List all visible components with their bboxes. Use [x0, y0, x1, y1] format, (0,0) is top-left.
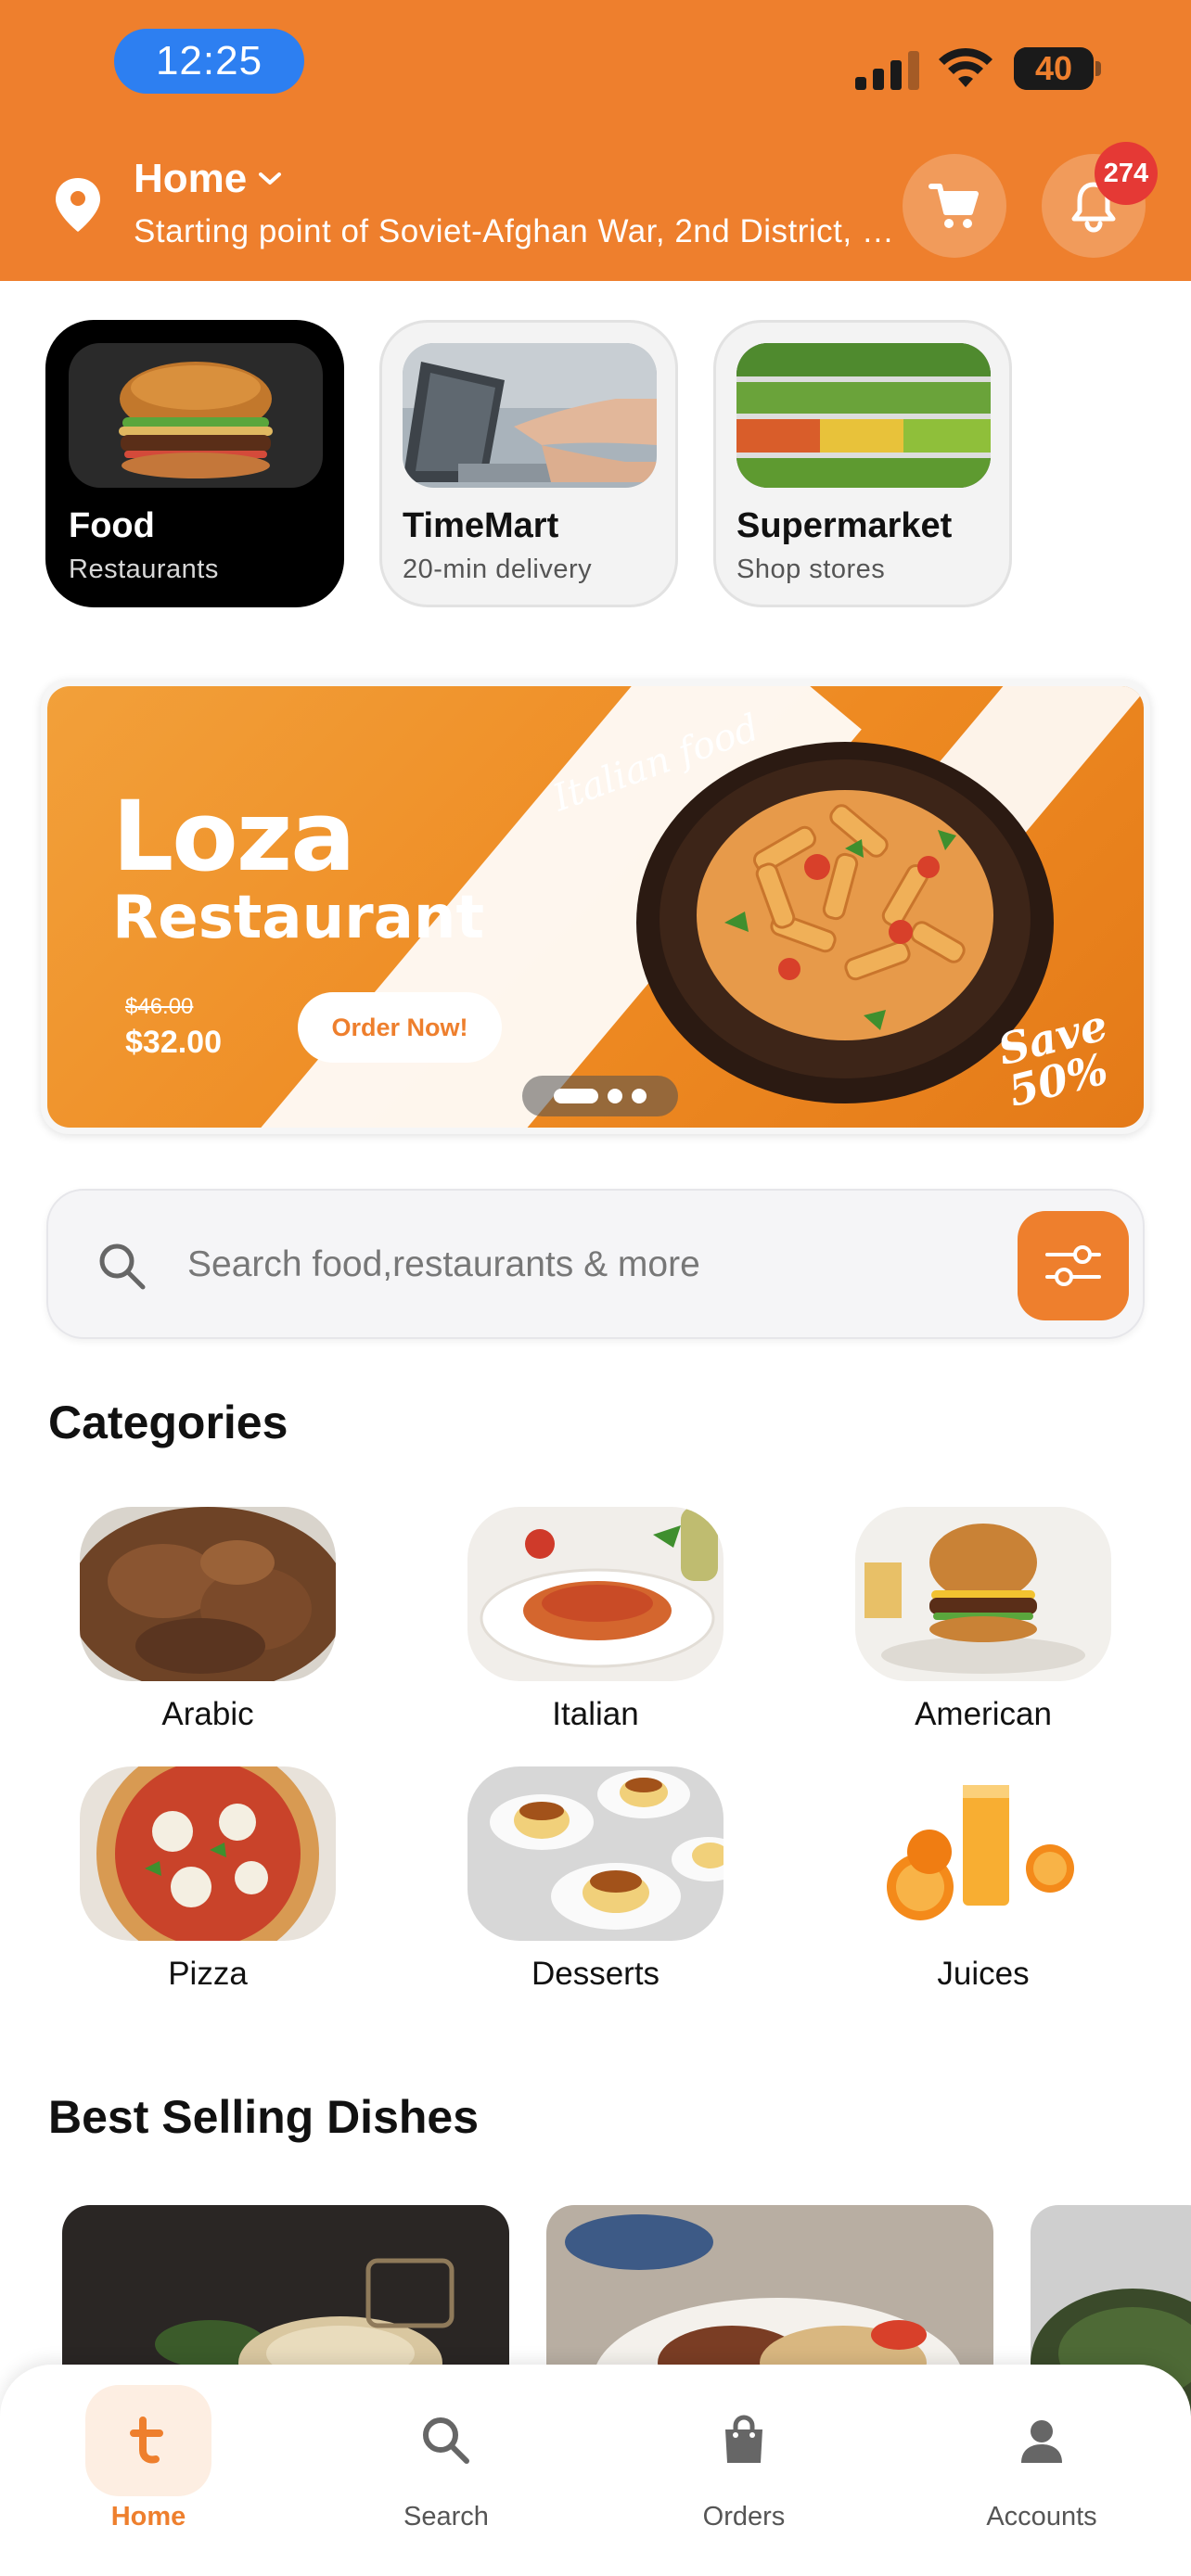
status-time: 12:25 [114, 29, 304, 94]
category-label: Juices [937, 1956, 1030, 1992]
banner-new-price: $32.00 [125, 1025, 222, 1060]
nav-home[interactable]: Home [56, 2385, 241, 2532]
category-italian[interactable]: Italian [467, 1507, 724, 1733]
chevron-down-icon [259, 172, 282, 185]
category-desserts[interactable]: Desserts [467, 1766, 724, 1993]
promo-banner[interactable]: Loza Restaurant Italian food $46.00 $32.… [41, 680, 1150, 1134]
category-label: American [915, 1696, 1052, 1732]
categories-title: Categories [48, 1396, 288, 1448]
nav-label: Orders [702, 2502, 786, 2531]
service-subtitle: Restaurants [69, 555, 219, 584]
notification-badge: 274 [1095, 142, 1158, 205]
wifi-icon [939, 47, 992, 87]
service-card-food[interactable]: Food Restaurants [45, 320, 344, 607]
location-title: Home [134, 156, 248, 201]
order-now-button[interactable]: Order Now! [298, 992, 502, 1063]
category-label: Pizza [168, 1956, 248, 1992]
category-american[interactable]: American [855, 1507, 1111, 1733]
nav-label: Home [110, 2502, 186, 2531]
best-selling-title: Best Selling Dishes [48, 2091, 480, 2143]
search-icon [423, 2417, 469, 2464]
category-label: Desserts [531, 1956, 660, 1992]
american-food-image [855, 1507, 1111, 1681]
arabic-food-image [80, 1507, 336, 1681]
banner-title: Loza Restaurant [112, 780, 485, 952]
category-pizza[interactable]: Pizza [80, 1766, 336, 1993]
desserts-image [467, 1766, 724, 1941]
service-card-supermarket[interactable]: Supermarket Shop stores [713, 320, 1012, 607]
service-subtitle: 20-min delivery [403, 555, 593, 584]
person-icon [1021, 2420, 1062, 2463]
search-input[interactable] [187, 1226, 1022, 1304]
nav-label: Accounts [986, 2502, 1097, 2531]
carousel-dot[interactable] [608, 1089, 622, 1103]
category-label: Italian [552, 1696, 639, 1732]
carousel-indicator[interactable] [522, 1076, 678, 1116]
laptop-hands-image [403, 343, 657, 488]
service-title: TimeMart [403, 506, 559, 545]
location-selector[interactable]: Home [134, 156, 284, 202]
produce-shelf-image [736, 343, 991, 488]
bottom-navigation: Home Search Orders Accounts [0, 2365, 1191, 2576]
carousel-dot[interactable] [632, 1089, 647, 1103]
location-pin-icon[interactable] [54, 176, 102, 234]
shopping-bag-icon [725, 2415, 762, 2463]
pizza-image [80, 1766, 336, 1941]
filter-sliders-icon [1045, 1245, 1101, 1286]
app-header: 12:25 40 Home Starting point of Soviet-A… [0, 0, 1191, 281]
pasta-plate-image [636, 742, 1054, 1103]
nav-search[interactable]: Search [353, 2385, 539, 2532]
category-juices[interactable]: Juices [855, 1766, 1111, 1993]
italian-food-image [467, 1507, 724, 1681]
battery-indicator: 40 [1014, 47, 1101, 90]
search-icon [99, 1243, 146, 1290]
location-address[interactable]: Starting point of Soviet-Afghan War, 2nd… [134, 213, 903, 250]
home-logo-icon [130, 2417, 163, 2464]
juices-image [855, 1766, 1111, 1941]
carousel-dot[interactable] [554, 1089, 598, 1103]
filter-button[interactable] [1018, 1211, 1129, 1320]
service-title: Supermarket [736, 506, 953, 545]
burger-image [69, 343, 323, 488]
battery-level: 40 [1034, 49, 1073, 87]
search-bar[interactable] [46, 1189, 1145, 1339]
nav-label: Search [403, 2502, 489, 2531]
cart-button[interactable] [903, 154, 1006, 258]
cellular-signal-icon [855, 51, 919, 90]
service-title: Food [69, 506, 155, 545]
nav-accounts[interactable]: Accounts [949, 2385, 1134, 2532]
banner-old-price: $46.00 [125, 994, 194, 1019]
category-label: Arabic [161, 1696, 254, 1732]
category-arabic[interactable]: Arabic [80, 1507, 336, 1733]
service-subtitle: Shop stores [736, 555, 886, 584]
nav-orders[interactable]: Orders [651, 2385, 837, 2532]
cart-icon [928, 184, 979, 228]
service-card-timemart[interactable]: TimeMart 20-min delivery [379, 320, 678, 607]
